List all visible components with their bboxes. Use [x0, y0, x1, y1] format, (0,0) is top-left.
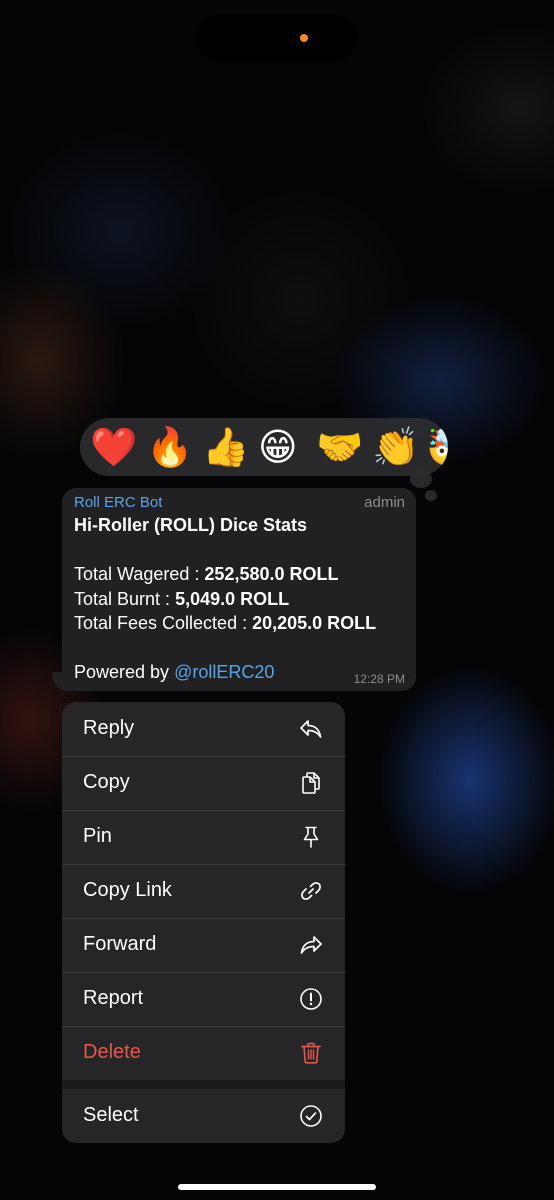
stat-value: 20,205.0 ROLL [252, 613, 377, 633]
pin-icon [303, 826, 319, 848]
checkmark-circle-icon [300, 1105, 322, 1127]
reaction-bar-tail [410, 470, 432, 488]
menu-item-copy-link[interactable]: Copy Link [62, 864, 345, 918]
menu-item-select[interactable]: Select [62, 1089, 345, 1143]
menu-item-copy[interactable]: Copy [62, 756, 345, 810]
message-title: Hi-Roller (ROLL) Dice Stats [74, 515, 308, 535]
sender-role-badge: admin [364, 494, 405, 511]
menu-section-gap [62, 1080, 345, 1089]
menu-item-label: Forward [83, 933, 157, 955]
stat-value: 252,580.0 ROLL [204, 564, 339, 584]
forward-icon [300, 936, 322, 954]
menu-item-label: Copy [83, 771, 130, 793]
menu-item-label: Delete [83, 1041, 141, 1063]
dynamic-island [196, 14, 358, 62]
reaction-mind-blown[interactable]: 🤯 [426, 426, 448, 468]
menu-item-label: Copy Link [83, 879, 172, 901]
menu-item-reply[interactable]: Reply [62, 702, 345, 756]
stat-total-burnt: Total Burnt : 5,049.0 ROLL [74, 589, 289, 610]
stat-label: Total Wagered : [74, 564, 205, 584]
message-timestamp: 12:28 PM [353, 672, 405, 686]
stat-total-fees: Total Fees Collected : 20,205.0 ROLL [74, 613, 376, 634]
menu-item-label: Select [83, 1104, 139, 1126]
reaction-heart[interactable]: ❤️ [90, 426, 137, 468]
powered-by-link[interactable]: @rollERC20 [174, 662, 274, 682]
menu-item-label: Report [83, 987, 144, 1009]
stat-label: Total Burnt : [74, 589, 176, 609]
report-icon [300, 988, 322, 1010]
menu-item-forward[interactable]: Forward [62, 918, 345, 972]
reaction-bar-tail-small [425, 490, 437, 501]
home-indicator[interactable] [178, 1184, 376, 1190]
menu-item-report[interactable]: Report [62, 972, 345, 1026]
reaction-bar: ❤️ 🔥 👍 😁 🤝 👏 🤯 [80, 418, 448, 476]
reaction-clap[interactable]: 👏 [372, 426, 419, 468]
menu-item-label: Pin [83, 825, 112, 847]
powered-by-prefix: Powered by [74, 662, 175, 682]
menu-item-delete[interactable]: Delete [62, 1026, 345, 1080]
message-sender[interactable]: Roll ERC Bot [74, 494, 162, 511]
context-menu: Reply Copy Pin Copy Link Forward Report … [62, 702, 345, 1143]
stat-value: 5,049.0 ROLL [175, 589, 290, 609]
reaction-grin[interactable]: 😁 [258, 426, 298, 468]
reply-icon [300, 720, 322, 738]
link-icon [301, 882, 321, 900]
powered-by-line: Powered by @rollERC20 [74, 662, 274, 683]
reaction-fire[interactable]: 🔥 [146, 426, 193, 468]
stat-total-wagered: Total Wagered : 252,580.0 ROLL [74, 564, 338, 585]
reaction-handshake[interactable]: 🤝 [316, 426, 363, 468]
reaction-thumbs-up[interactable]: 👍 [202, 426, 249, 468]
trash-icon [301, 1042, 321, 1064]
stat-label: Total Fees Collected : [74, 613, 253, 633]
menu-item-label: Reply [83, 717, 135, 739]
recording-indicator-dot [300, 34, 308, 42]
copy-icon [302, 772, 320, 794]
menu-item-pin[interactable]: Pin [62, 810, 345, 864]
